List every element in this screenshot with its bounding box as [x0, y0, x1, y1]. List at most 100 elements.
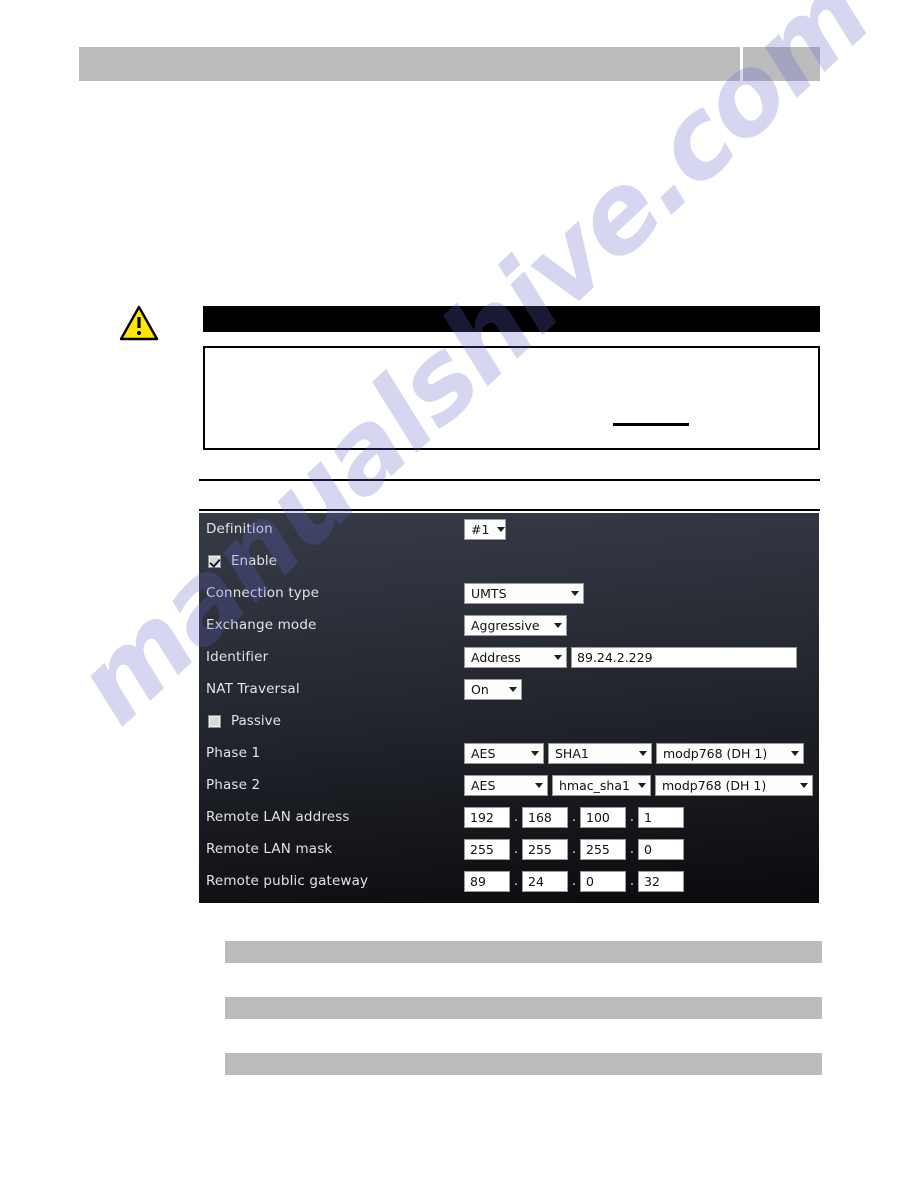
octet-separator: . — [571, 873, 577, 889]
remote-lan-mask-octet-4[interactable]: 0 — [638, 838, 684, 860]
phase2-hash-value: hmac_sha1 — [559, 777, 630, 793]
row-remote-lan-address: Remote LAN address 192 . 168 . 100 . 1 — [199, 801, 819, 833]
octet-separator: . — [629, 841, 635, 857]
chevron-down-icon — [509, 686, 517, 692]
nat-traversal-select-value: On — [471, 681, 489, 697]
label-phase-2: Phase 2 — [206, 777, 261, 793]
controls-identifier: Address 89.24.2.229 — [464, 646, 797, 668]
row-remote-lan-mask: Remote LAN mask 255 . 255 . 255 . 0 — [199, 833, 819, 865]
controls-connection-type: UMTS — [464, 582, 584, 604]
remote-lan-mask-octet-1[interactable]: 255 — [464, 838, 510, 860]
connection-type-select[interactable]: UMTS — [464, 582, 584, 604]
definition-select[interactable]: #1 — [464, 518, 506, 540]
remote-public-gateway-octets: 89 . 24 . 0 . 32 — [464, 870, 684, 892]
chevron-down-icon — [554, 622, 562, 628]
chevron-down-icon — [571, 590, 579, 596]
chevron-down-icon — [535, 782, 543, 788]
label-remote-public-gateway: Remote public gateway — [206, 873, 369, 889]
phase1-dh-group-select[interactable]: modp768 (DH 1) — [656, 742, 804, 764]
row-phase-1: Phase 1 AES SHA1 modp768 (DH 1) — [199, 737, 819, 769]
row-remote-public-gateway: Remote public gateway 89 . 24 . 0 . 32 — [199, 865, 819, 897]
label-definition: Definition — [206, 521, 273, 537]
phase2-dh-group-value: modp768 (DH 1) — [662, 777, 767, 793]
row-nat-traversal: NAT Traversal On — [199, 673, 819, 705]
identifier-address-value: 89.24.2.229 — [577, 649, 653, 665]
content-bar-1 — [225, 941, 822, 963]
remote-public-gateway-octet-3[interactable]: 0 — [580, 870, 626, 892]
remote-lan-mask-octet-3[interactable]: 255 — [580, 838, 626, 860]
chevron-down-icon — [554, 654, 562, 660]
remote-lan-address-octet-4[interactable]: 1 — [638, 806, 684, 828]
controls-exchange-mode: Aggressive — [464, 614, 567, 636]
row-enable[interactable]: Enable — [199, 545, 819, 577]
label-enable: Enable — [231, 553, 277, 569]
content-bar-2 — [225, 997, 822, 1019]
row-passive[interactable]: Passive — [199, 705, 819, 737]
row-exchange-mode: Exchange mode Aggressive — [199, 609, 819, 641]
label-identifier: Identifier — [206, 649, 269, 665]
identifier-type-select[interactable]: Address — [464, 646, 567, 668]
phase2-encryption-select[interactable]: AES — [464, 774, 548, 796]
section-rule-top — [199, 479, 820, 481]
row-connection-type: Connection type UMTS — [199, 577, 819, 609]
content-bar-3 — [225, 1053, 822, 1075]
chevron-down-icon — [531, 750, 539, 756]
remote-lan-address-octet-3[interactable]: 100 — [580, 806, 626, 828]
label-connection-type: Connection type — [206, 585, 320, 601]
chevron-down-icon — [497, 526, 506, 532]
label-exchange-mode: Exchange mode — [206, 617, 317, 633]
phase2-encryption-value: AES — [471, 777, 496, 793]
section-rule-bottom — [199, 509, 820, 511]
enable-checkbox[interactable] — [208, 554, 221, 568]
remote-lan-mask-octets: 255 . 255 . 255 . 0 — [464, 838, 684, 860]
warning-triangle-icon — [119, 305, 159, 341]
phase2-dh-group-select[interactable]: modp768 (DH 1) — [655, 774, 813, 796]
phase1-dh-group-value: modp768 (DH 1) — [663, 745, 768, 761]
page-header-right-block — [743, 47, 820, 81]
remote-lan-address-octets: 192 . 168 . 100 . 1 — [464, 806, 684, 828]
exchange-mode-select-value: Aggressive — [471, 617, 540, 633]
connection-type-select-value: UMTS — [471, 585, 507, 601]
phase1-hash-value: SHA1 — [555, 745, 589, 761]
phase1-hash-select[interactable]: SHA1 — [548, 742, 652, 764]
label-phase-1: Phase 1 — [206, 745, 261, 761]
label-nat-traversal: NAT Traversal — [206, 681, 300, 697]
chevron-down-icon — [639, 750, 647, 756]
octet-separator: . — [629, 873, 635, 889]
controls-phase-1: AES SHA1 modp768 (DH 1) — [464, 742, 804, 764]
octet-separator: . — [513, 809, 519, 825]
label-remote-lan-address: Remote LAN address — [206, 809, 350, 825]
nat-traversal-select[interactable]: On — [464, 678, 522, 700]
chevron-down-icon — [800, 782, 808, 788]
phase1-encryption-value: AES — [471, 745, 496, 761]
identifier-address-input[interactable]: 89.24.2.229 — [571, 646, 797, 668]
passive-checkbox[interactable] — [208, 714, 221, 728]
controls-phase-2: AES hmac_sha1 modp768 (DH 1) — [464, 774, 813, 796]
remote-lan-address-octet-1[interactable]: 192 — [464, 806, 510, 828]
remote-public-gateway-octet-4[interactable]: 32 — [638, 870, 684, 892]
octet-separator: . — [513, 873, 519, 889]
note-block — [203, 306, 820, 450]
note-title-bar — [203, 306, 820, 332]
remote-lan-address-octet-2[interactable]: 168 — [522, 806, 568, 828]
octet-separator: . — [571, 841, 577, 857]
exchange-mode-select[interactable]: Aggressive — [464, 614, 567, 636]
label-passive: Passive — [231, 713, 281, 729]
note-underline-rule — [613, 423, 689, 426]
vpn-config-panel: Definition #1 Enable Connection type UMT… — [199, 513, 819, 903]
page-header-left-block — [79, 47, 740, 81]
row-identifier: Identifier Address 89.24.2.229 — [199, 641, 819, 673]
page-header — [79, 47, 820, 81]
remote-lan-mask-octet-2[interactable]: 255 — [522, 838, 568, 860]
octet-separator: . — [513, 841, 519, 857]
remote-public-gateway-octet-1[interactable]: 89 — [464, 870, 510, 892]
remote-public-gateway-octet-2[interactable]: 24 — [522, 870, 568, 892]
row-definition: Definition #1 — [199, 513, 819, 545]
note-body — [203, 346, 820, 450]
controls-nat-traversal: On — [464, 678, 522, 700]
phase2-hash-select[interactable]: hmac_sha1 — [552, 774, 651, 796]
controls-definition: #1 — [464, 518, 506, 540]
phase1-encryption-select[interactable]: AES — [464, 742, 544, 764]
octet-separator: . — [571, 809, 577, 825]
octet-separator: . — [629, 809, 635, 825]
